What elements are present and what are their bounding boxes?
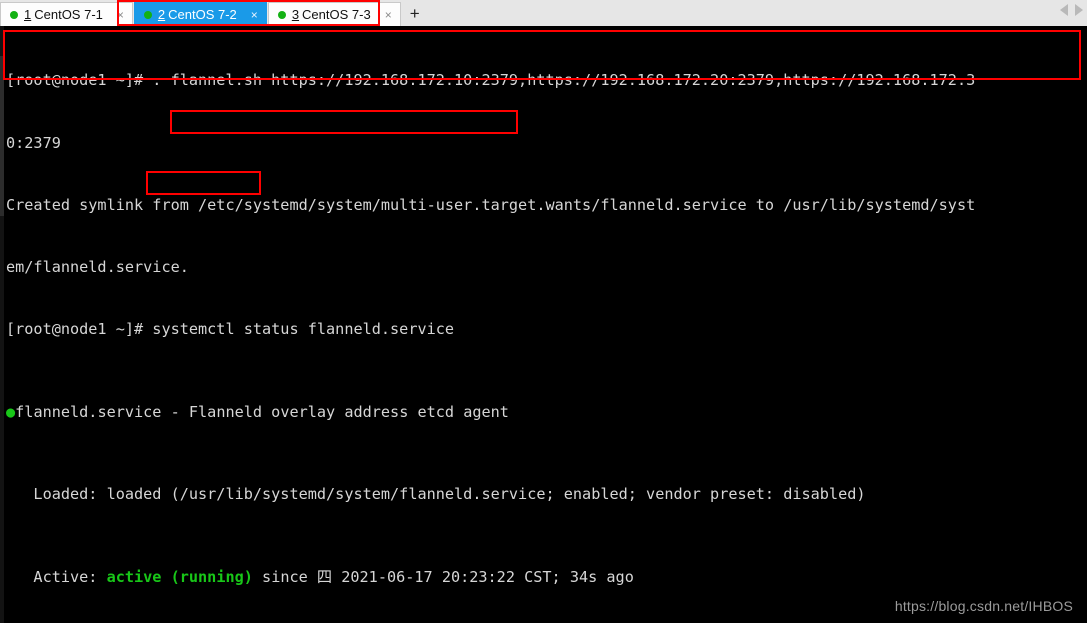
tab-status-dot-icon: [277, 10, 286, 19]
arrow-left-icon[interactable]: [1060, 4, 1068, 16]
terminal-line: em/flanneld.service.: [6, 257, 189, 276]
watermark: https://blog.csdn.net/IHBOS: [894, 598, 1073, 614]
tab-centos-7-2[interactable]: 2 CentOS 7-2 ×: [133, 2, 267, 26]
tab-close-icon[interactable]: ×: [115, 9, 126, 21]
tab-label: CentOS 7-2: [168, 7, 237, 22]
terminal-line-active: Active: active (running) since 四 2021-06…: [6, 567, 1087, 588]
tab-centos-7-3[interactable]: 3 CentOS 7-3 ×: [267, 2, 401, 26]
service-status-dot-icon: ●: [6, 402, 16, 421]
active-prefix: Active:: [6, 568, 107, 587]
terminal-output[interactable]: [root@node1 ~]# . flannel.sh https://192…: [0, 26, 1087, 623]
service-name: flanneld.service - Flanneld overlay addr…: [15, 402, 509, 421]
tab-number: 3: [291, 7, 300, 22]
tab-number: 1: [24, 7, 32, 22]
terminal-line: [root@node1 ~]# . flannel.sh https://192…: [6, 71, 976, 90]
new-tab-button[interactable]: +: [401, 2, 428, 26]
terminal-line-loaded: Loaded: loaded (/usr/lib/systemd/system/…: [6, 485, 866, 504]
tab-label: CentOS 7-1: [34, 7, 103, 22]
arrow-right-icon[interactable]: [1075, 4, 1083, 16]
tab-number: 2: [157, 7, 166, 22]
tab-close-icon[interactable]: ×: [383, 9, 394, 21]
terminal-line: 0:2379: [6, 133, 61, 152]
terminal-window: 1 CentOS 7-1 × 2 CentOS 7-2 × 3 CentOS 7…: [0, 0, 1087, 623]
terminal-line: Created symlink from /etc/systemd/system…: [6, 195, 976, 214]
tab-close-icon[interactable]: ×: [249, 9, 260, 21]
terminal-scrollbar-thumb[interactable]: [0, 56, 4, 216]
tab-bar: 1 CentOS 7-1 × 2 CentOS 7-2 × 3 CentOS 7…: [0, 0, 1087, 28]
tab-status-dot-icon: [143, 10, 152, 19]
tab-label: CentOS 7-3: [302, 7, 371, 22]
active-state-value: active (running): [106, 568, 253, 587]
tab-status-dot-icon: [10, 10, 18, 19]
active-suffix: since 四 2021-06-17 20:23:22 CST; 34s ago: [252, 568, 634, 587]
terminal-line: [root@node1 ~]# systemctl status flannel…: [6, 319, 455, 338]
terminal-line-service-header: ●flanneld.service - Flanneld overlay add…: [6, 402, 1087, 423]
tab-centos-7-1[interactable]: 1 CentOS 7-1 ×: [0, 2, 133, 26]
terminal-scrollbar[interactable]: [0, 26, 4, 623]
tab-scroll-controls: [1060, 4, 1083, 16]
